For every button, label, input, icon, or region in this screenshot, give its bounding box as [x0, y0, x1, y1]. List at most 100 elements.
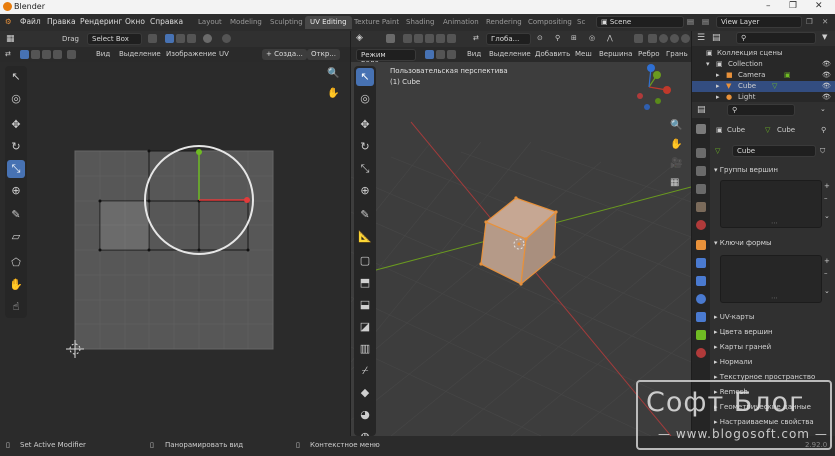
- vp-zoom-icon[interactable]: 🔍: [670, 120, 682, 131]
- view-layer-remove-icon[interactable]: ✕: [822, 17, 828, 26]
- visibility-eye-icon[interactable]: 👁: [822, 60, 831, 68]
- editor-type-icon[interactable]: ▦: [6, 34, 15, 44]
- uv-select-mode-2[interactable]: [31, 50, 40, 59]
- scene-selector[interactable]: ▣ Scene: [596, 16, 684, 28]
- vertex-select-mode[interactable]: [425, 50, 434, 59]
- snapping-icon[interactable]: [203, 34, 212, 43]
- output-tab-icon[interactable]: [696, 166, 706, 176]
- sync-selection-toggle[interactable]: [148, 34, 157, 43]
- viewport-select-tool-icon[interactable]: [386, 34, 395, 43]
- menu-render[interactable]: Рендеринг: [80, 17, 122, 26]
- vp-rotate-tool-icon[interactable]: ↻: [356, 138, 374, 156]
- section-uv-maps[interactable]: ▸ UV-карты: [714, 313, 754, 321]
- expand-arrow-icon[interactable]: ▸: [716, 93, 720, 101]
- falloff-icon[interactable]: ⋀: [607, 34, 613, 42]
- cube-mesh[interactable]: [479, 196, 558, 286]
- mesh-datablock-field[interactable]: Cube: [732, 145, 816, 157]
- navigation-gizmo[interactable]: [637, 64, 671, 110]
- outliner-display-mode-icon[interactable]: ▤: [712, 33, 721, 43]
- section-shape-keys[interactable]: ▾ Ключи формы: [714, 239, 772, 247]
- vertex-groups-list[interactable]: ⋯: [720, 180, 822, 228]
- uv-menu-select[interactable]: Выделение: [119, 50, 161, 58]
- select-box-icon-3[interactable]: [425, 34, 434, 43]
- list-resize-handle[interactable]: ⋯: [771, 294, 778, 302]
- vp-measure-tool-icon[interactable]: 📐: [356, 228, 374, 246]
- snap-target-icon[interactable]: ⊞: [571, 34, 577, 42]
- tab-scripting[interactable]: Sc: [572, 16, 590, 29]
- vp-move-tool-icon[interactable]: ✥: [356, 116, 374, 134]
- uv-tools-icon[interactable]: ⇄: [5, 50, 11, 58]
- outliner-row-light[interactable]: ▸ ● Light 👁: [692, 92, 835, 102]
- outliner-row-scene-collection[interactable]: ▣ Коллекция сцены: [692, 48, 835, 59]
- modifier-tab-icon[interactable]: [696, 258, 706, 268]
- uv-menu-image[interactable]: Изображение: [166, 50, 216, 58]
- tab-texture-paint[interactable]: Texture Paint: [349, 16, 404, 29]
- expand-arrow-icon[interactable]: ▾: [706, 60, 710, 68]
- tab-layout[interactable]: Layout: [193, 16, 227, 29]
- blender-menu-icon[interactable]: ⚙: [5, 17, 12, 26]
- uv-sticky-mode[interactable]: [67, 50, 76, 59]
- vp-inset-icon[interactable]: ⬓: [356, 296, 374, 314]
- vp-annotate-tool-icon[interactable]: ✎: [356, 206, 374, 224]
- view-layer-tab-icon[interactable]: [696, 184, 706, 194]
- viewport-menu-face[interactable]: Грань: [666, 50, 688, 58]
- snap-icon[interactable]: ⚲: [555, 34, 560, 42]
- uv-edge-mode-button[interactable]: [176, 34, 185, 43]
- visibility-eye-icon[interactable]: 👁: [822, 82, 831, 90]
- object-tab-icon[interactable]: [696, 240, 706, 250]
- view-layer-browse-icon[interactable]: ▤: [702, 17, 709, 26]
- tab-animation[interactable]: Animation: [438, 16, 484, 29]
- pivot-point-icon[interactable]: ⊙: [537, 34, 543, 42]
- list-resize-handle[interactable]: ⋯: [771, 219, 778, 227]
- transform-orientation-dropdown[interactable]: Глоба...: [486, 33, 531, 45]
- fake-user-icon[interactable]: ⛉: [820, 147, 825, 156]
- uv-editor-canvas[interactable]: ↖ ◎ ✥ ↻ ⤡ ⊕ ✎ ▱ ⬠ ✋ ☝ 🔍 ✋: [0, 62, 350, 436]
- tab-shading[interactable]: Shading: [401, 16, 439, 29]
- physics-tab-icon[interactable]: [696, 294, 706, 304]
- vp-smooth-icon[interactable]: ◍: [356, 428, 374, 436]
- outliner-search-input[interactable]: ⚲: [736, 32, 816, 44]
- edge-select-mode[interactable]: [436, 50, 445, 59]
- section-normals[interactable]: ▸ Нормали: [714, 358, 752, 366]
- properties-search-input[interactable]: ⚲: [727, 104, 795, 116]
- uv-menu-view[interactable]: Вид: [96, 50, 110, 58]
- viewport-menu-view[interactable]: Вид: [467, 50, 481, 58]
- view-layer-selector[interactable]: View Layer: [716, 16, 802, 28]
- vp-extrude-icon[interactable]: ⬒: [356, 274, 374, 292]
- proportional-edit-viewport-icon[interactable]: ◎: [589, 34, 595, 42]
- close-icon[interactable]: ✕: [815, 1, 823, 11]
- section-face-maps[interactable]: ▸ Карты граней: [714, 343, 771, 351]
- shape-key-specials-icon[interactable]: ⌄: [824, 287, 830, 295]
- vp-pan-icon[interactable]: ✋: [670, 139, 682, 150]
- particles-tab-icon[interactable]: [696, 276, 706, 286]
- scene-tab-icon[interactable]: [696, 202, 706, 212]
- visibility-eye-icon[interactable]: 👁: [822, 71, 831, 79]
- vp-knife-icon[interactable]: ⌿: [356, 362, 374, 380]
- uv-vertex-mode-button[interactable]: [165, 34, 174, 43]
- expand-arrow-icon[interactable]: ▸: [716, 82, 720, 90]
- mesh-datablock-icon[interactable]: ▽: [715, 147, 720, 155]
- vp-camera-icon[interactable]: 🎥: [670, 158, 682, 169]
- expand-arrow-icon[interactable]: ▸: [716, 71, 720, 79]
- minimize-icon[interactable]: –: [766, 1, 771, 11]
- tab-modeling[interactable]: Modeling: [225, 16, 267, 29]
- open-image-button[interactable]: Откр...: [307, 49, 340, 60]
- constraints-tab-icon[interactable]: [696, 312, 706, 322]
- vp-polybuild-icon[interactable]: ◆: [356, 384, 374, 402]
- uv-menu-uv[interactable]: UV: [219, 50, 229, 58]
- select-box-icon-4[interactable]: [436, 34, 445, 43]
- outliner-editor-type-icon[interactable]: ☰: [697, 33, 705, 43]
- vp-cursor-tool-icon[interactable]: ◎: [356, 90, 374, 108]
- uv-select-mode-1[interactable]: [20, 50, 29, 59]
- vp-scale-tool-icon[interactable]: ⤡: [356, 160, 374, 178]
- add-shape-key-button[interactable]: +: [824, 257, 830, 265]
- visibility-eye-icon[interactable]: 👁: [822, 93, 831, 101]
- uv-face-mode-button[interactable]: [187, 34, 196, 43]
- outliner-row-collection[interactable]: ▾ ▣ Collection 👁: [692, 59, 835, 70]
- select-box-icon-1[interactable]: [403, 34, 412, 43]
- vp-transform-tool-icon[interactable]: ⊕: [356, 182, 374, 200]
- select-box-icon-2[interactable]: [414, 34, 423, 43]
- tool-tab-icon[interactable]: [696, 124, 706, 134]
- transform-orientation-icon[interactable]: ⇄: [473, 34, 479, 42]
- menu-edit[interactable]: Правка: [47, 17, 76, 26]
